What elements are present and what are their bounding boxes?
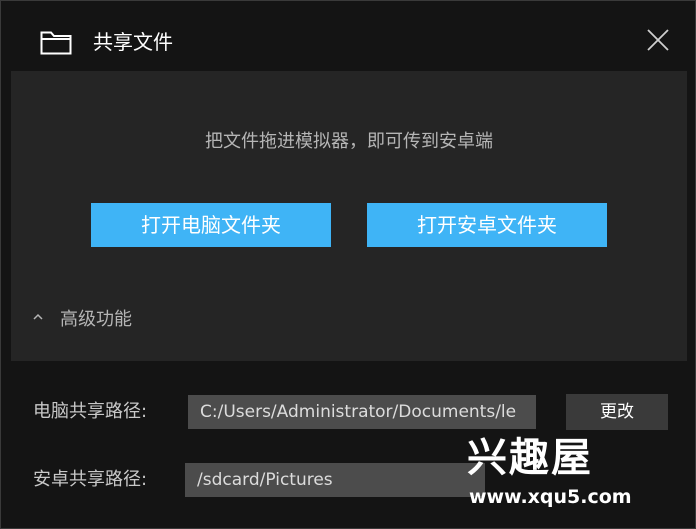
watermark-logo-text: 兴趣屋 [467,435,593,481]
site-watermark: 兴趣屋 www.xqu5.com [463,433,633,513]
drop-panel[interactable]: 把文件拖进模拟器，即可传到安卓端 打开电脑文件夹 打开安卓文件夹 高级功能 [11,71,687,361]
window-title: 共享文件 [93,30,173,54]
close-icon[interactable] [645,27,671,53]
advanced-features-label: 高级功能 [60,309,132,330]
drag-hint-text: 把文件拖进模拟器，即可传到安卓端 [205,131,493,152]
watermark-url: www.xqu5.com [469,486,632,508]
pc-share-path-field[interactable]: C:/Users/Administrator/Documents/le [188,395,536,429]
android-share-path-label: 安卓共享路径: [33,469,148,490]
open-android-folder-button[interactable]: 打开安卓文件夹 [367,203,607,247]
change-path-button[interactable]: 更改 [566,394,668,430]
open-pc-folder-button[interactable]: 打开电脑文件夹 [91,203,331,247]
title-bar: 共享文件 [1,1,695,71]
pc-share-path-label: 电脑共享路径: [33,401,148,422]
share-files-window: 共享文件 把文件拖进模拟器，即可传到安卓端 打开电脑文件夹 打开安卓文件夹 高级… [0,0,696,529]
folder-icon [40,31,72,55]
chevron-up-icon [33,313,43,320]
android-share-path-field[interactable]: /sdcard/Pictures [185,463,485,497]
